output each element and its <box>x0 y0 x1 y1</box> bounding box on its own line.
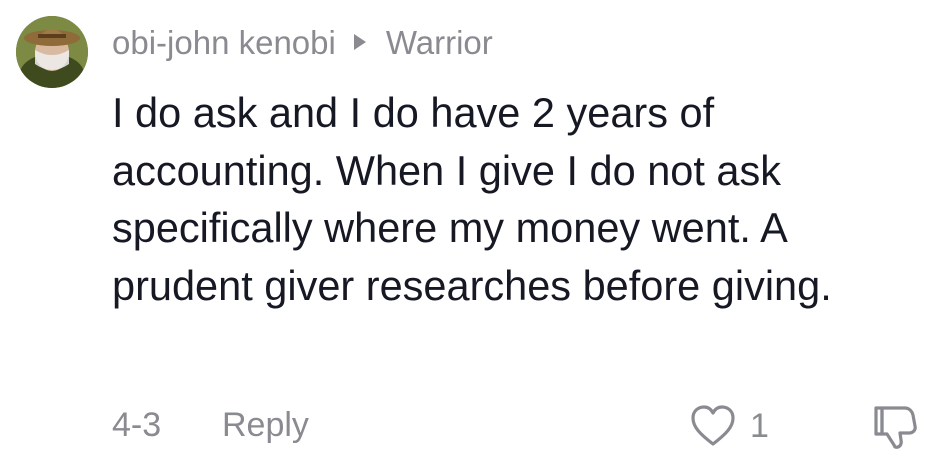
avatar-photo-icon <box>16 16 88 88</box>
author-avatar[interactable] <box>16 16 88 88</box>
comment-header: obi-john kenobi Warrior <box>112 20 493 64</box>
reply-button[interactable]: Reply <box>222 403 309 447</box>
like-button[interactable]: 1 <box>690 403 769 449</box>
like-count: 1 <box>750 407 769 445</box>
heart-outline-icon[interactable] <box>690 404 736 448</box>
author-username[interactable]: obi-john kenobi <box>112 26 336 59</box>
comment-text: I do ask and I do have 2 years of accoun… <box>112 89 832 309</box>
comment-date: 4-3 <box>112 406 162 444</box>
reply-to-username[interactable]: Warrior <box>386 26 493 59</box>
triangle-right-icon <box>353 34 366 50</box>
thumbs-down-outline-icon[interactable] <box>872 404 918 450</box>
